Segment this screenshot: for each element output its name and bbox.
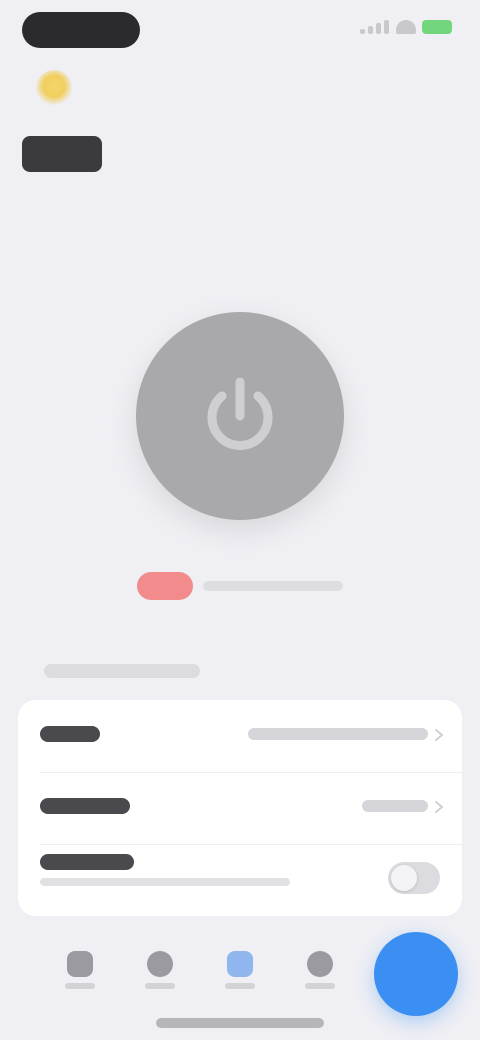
tab-shield[interactable] xyxy=(210,940,270,1000)
settings-row-value xyxy=(362,800,428,812)
gear-icon xyxy=(307,951,333,977)
dynamic-island xyxy=(22,12,140,48)
chevron-right-icon xyxy=(435,729,444,741)
settings-card xyxy=(18,700,462,916)
page-title xyxy=(22,136,102,172)
status-text xyxy=(203,581,343,591)
settings-row-value xyxy=(248,728,428,740)
tab-label xyxy=(65,983,95,989)
tab-label xyxy=(145,983,175,989)
settings-row-3 xyxy=(18,844,462,916)
power-icon xyxy=(192,368,288,464)
settings-row-label xyxy=(40,854,134,870)
shield-icon xyxy=(227,951,253,977)
settings-section-header xyxy=(44,664,200,678)
settings-toggle[interactable] xyxy=(388,862,440,894)
tab-settings[interactable] xyxy=(290,940,350,1000)
battery-icon xyxy=(422,20,452,34)
tab-label xyxy=(305,983,335,989)
tab-bar xyxy=(40,928,360,1012)
person-icon xyxy=(147,951,173,977)
toggle-knob xyxy=(391,865,417,891)
brand-logo-icon xyxy=(36,70,72,106)
primary-action-button[interactable] xyxy=(374,932,458,1016)
home-indicator xyxy=(156,1018,324,1028)
connection-status-row xyxy=(0,568,480,604)
power-button[interactable] xyxy=(136,312,344,520)
settings-row-label xyxy=(40,798,130,814)
home-icon xyxy=(67,951,93,977)
wifi-icon xyxy=(396,20,416,34)
signal-icon xyxy=(360,20,390,34)
chevron-right-icon xyxy=(435,801,444,813)
settings-row-label xyxy=(40,726,100,742)
power-button-wrap xyxy=(136,312,344,520)
tab-home[interactable] xyxy=(50,940,110,1000)
status-bar xyxy=(0,0,480,62)
settings-row-2[interactable] xyxy=(18,772,462,844)
settings-row-subtitle xyxy=(40,878,290,886)
settings-row-1[interactable] xyxy=(18,700,462,772)
tab-profile[interactable] xyxy=(130,940,190,1000)
tab-label xyxy=(225,983,255,989)
status-icons xyxy=(360,20,452,34)
status-badge xyxy=(137,572,193,600)
